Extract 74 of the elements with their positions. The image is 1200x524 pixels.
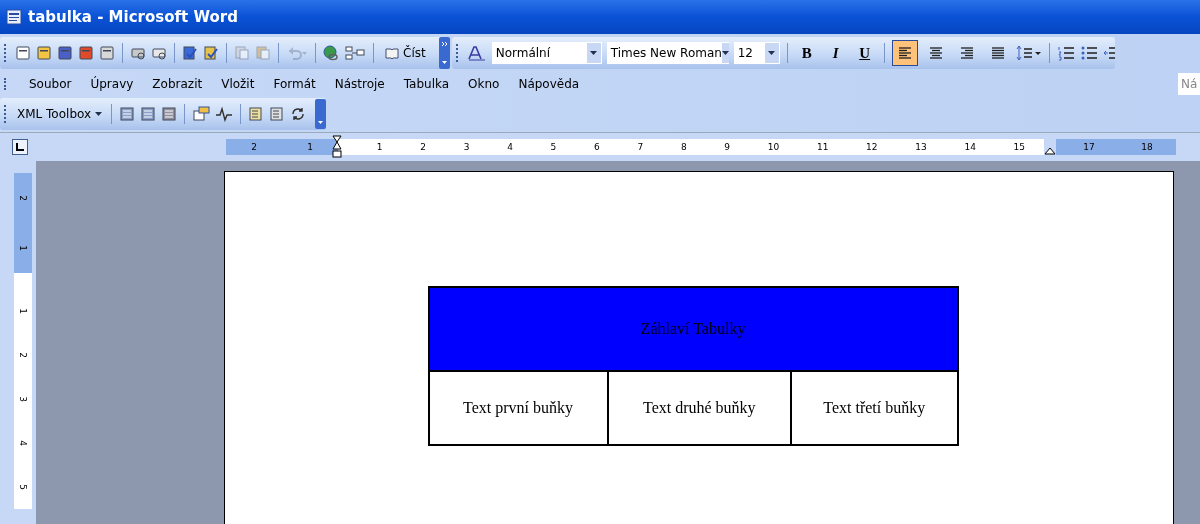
ruler-number: 12 [866,142,878,152]
align-center-icon [927,46,944,60]
font-dropdown[interactable]: Times New Roman [606,42,729,64]
toolbar-options-icon[interactable] [438,37,450,69]
menu-item[interactable]: Okno [468,77,500,91]
indent-marker-icon[interactable] [332,135,342,161]
right-indent-marker-icon[interactable] [1044,147,1056,155]
ruler-number: 1 [376,142,383,152]
ruler-number: 18 [1141,142,1153,152]
menu-item[interactable]: Úpravy [90,77,134,91]
ruler-number: 2 [420,142,426,152]
ruler-number: 4 [507,142,513,152]
caret-icon [721,51,729,55]
menu-item[interactable]: Vložit [221,77,255,91]
table-cell: Text první buňky [428,371,608,445]
ruler-number: 3 [463,142,470,152]
waveform-icon[interactable] [215,106,234,122]
ruler-number: 17 [1083,142,1095,152]
italic-button[interactable]: I [823,41,848,65]
ruler-number: 2 [251,142,257,152]
ruler-number: 9 [724,142,731,152]
xml-toolbox-dropdown[interactable]: XML Toolbox [15,107,105,121]
underline-button[interactable]: U [852,41,877,65]
styles-icon[interactable] [466,45,487,61]
justify-icon [989,46,1006,60]
caret-icon [768,51,776,55]
bulleted-list-icon[interactable] [1079,45,1098,61]
align-right-icon [958,46,975,60]
menu-item[interactable]: Tabulka [403,77,450,91]
word-document-icon [6,9,22,25]
numbered-list-icon[interactable] [1056,45,1075,61]
ruler-number: 11 [816,142,829,152]
menu-item[interactable]: Formát [273,77,316,91]
ruler-number: 2 [18,195,28,201]
bold-button[interactable]: B [794,41,819,65]
menu-item[interactable]: Nápověda [518,77,580,91]
ruler-number: 8 [680,142,687,152]
globe-link-icon[interactable] [323,45,339,61]
tab-selector-button[interactable] [12,139,28,155]
ruler-number: 1 [18,245,28,251]
table-cell: Text druhé buňky [607,371,791,445]
table-header-cell: Záhlaví Tabulky [428,287,958,371]
menu-item[interactable]: Nástroje [334,77,385,91]
ruler-number: 4 [18,440,28,446]
refresh-icon[interactable] [290,106,307,122]
ruler-number: 15 [1013,142,1025,152]
font-size-dropdown[interactable]: 12 [733,42,780,64]
align-left-icon [896,46,913,60]
line-spacing-icon[interactable] [1015,45,1042,61]
ruler-number: 3 [18,396,28,402]
ruler-number: 1 [18,308,28,314]
ruler-number: 2 [18,352,28,358]
toolbar-options-icon[interactable] [315,99,327,129]
ruler-number: 13 [915,142,927,152]
read-button[interactable]: Číst [381,46,430,60]
left-tab-icon [16,143,24,151]
caret-icon [590,51,598,55]
table-cell: Text třetí buňky [790,371,958,445]
ruler-number: 5 [18,484,28,490]
indent-icon[interactable] [1102,45,1115,61]
ruler-number: 1 [307,142,313,152]
window-title: tabulka - Microsoft Word [28,8,238,26]
spelling-check-icon[interactable] [182,45,198,61]
align-left-button[interactable] [891,40,918,66]
caret-icon [95,112,103,116]
ruler-number: 6 [594,142,600,152]
style-dropdown[interactable]: Normální [491,42,602,64]
help-search-field[interactable]: Ná [1178,73,1200,95]
ruler-number: 7 [637,142,644,152]
ruler-number: 14 [964,142,976,152]
menu-item[interactable]: Zobrazit [152,77,203,91]
menu-item[interactable]: Soubor [29,77,72,91]
ruler-number: 10 [767,142,780,152]
ruler-number: 5 [550,142,557,152]
